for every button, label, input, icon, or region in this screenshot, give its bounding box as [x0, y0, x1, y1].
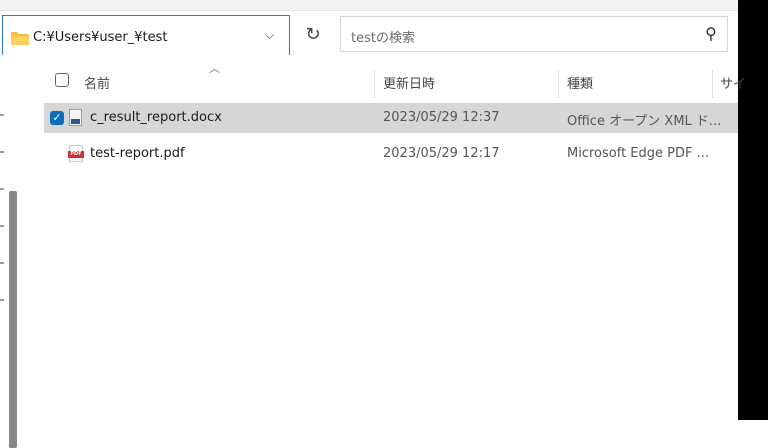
search-placeholder: testの検索: [351, 31, 415, 46]
column-header-modified[interactable]: 更新日時: [383, 64, 435, 100]
file-type: Office オープン XML ド...: [567, 114, 722, 129]
file-row[interactable]: ✓ c_result_report.docx 2023/05/29 12:37 …: [44, 103, 738, 133]
file-type: Microsoft Edge PDF ...: [567, 146, 709, 161]
nav-marker: [0, 114, 4, 116]
file-name[interactable]: test-report.pdf: [90, 146, 185, 161]
address-path[interactable]: C:¥Users¥user_¥test: [33, 30, 168, 45]
column-divider[interactable]: [712, 70, 713, 98]
search-box[interactable]: testの検索 ⚲: [340, 16, 728, 52]
navigation-pane[interactable]: [0, 64, 36, 448]
word-document-icon: [69, 109, 82, 126]
address-bar[interactable]: C:¥Users¥user_¥test ⌵: [2, 15, 290, 55]
file-name[interactable]: c_result_report.docx: [90, 110, 222, 125]
nav-marker: [0, 188, 4, 190]
nav-marker: [0, 262, 4, 264]
column-header-type[interactable]: 種類: [567, 64, 593, 100]
sort-ascending-icon: ︿: [209, 62, 220, 75]
column-header-name[interactable]: 名前: [84, 64, 110, 100]
file-row[interactable]: PDF test-report.pdf 2023/05/29 12:17 Mic…: [44, 139, 738, 169]
search-icon[interactable]: ⚲: [705, 24, 717, 43]
chevron-down-icon[interactable]: ⌵: [265, 28, 274, 43]
window-edge: [738, 0, 768, 420]
column-divider[interactable]: [374, 70, 375, 98]
column-divider[interactable]: [558, 70, 559, 98]
top-border: [0, 0, 738, 11]
refresh-button[interactable]: ↻: [298, 18, 328, 50]
nav-marker: [0, 151, 4, 153]
nav-marker: [0, 225, 4, 227]
scrollbar-thumb[interactable]: [9, 191, 17, 448]
file-modified: 2023/05/29 12:17: [383, 146, 500, 161]
select-all-checkbox[interactable]: [55, 73, 69, 87]
row-checkbox[interactable]: ✓: [50, 111, 64, 125]
file-modified: 2023/05/29 12:37: [383, 110, 500, 125]
refresh-icon: ↻: [305, 23, 321, 45]
folder-icon: [11, 32, 29, 45]
pdf-icon: PDF: [68, 145, 84, 162]
column-header-size[interactable]: サイ: [720, 64, 746, 100]
nav-marker: [0, 299, 4, 301]
